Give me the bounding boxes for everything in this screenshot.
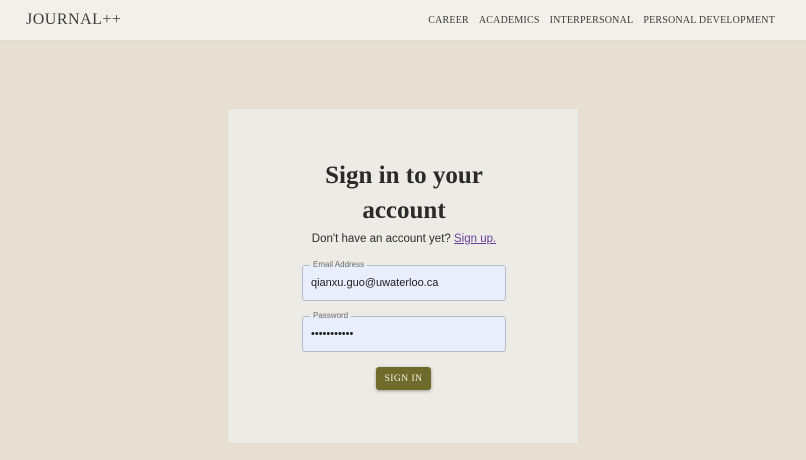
email-label: Email Address: [310, 259, 368, 271]
nav-link-academics[interactable]: ACADEMICS: [479, 15, 540, 26]
signin-title-line1: Sign in to your: [325, 162, 483, 189]
signin-button[interactable]: SIGN IN: [376, 367, 431, 390]
signin-card: Sign in to your account Don't have an ac…: [227, 108, 579, 444]
top-navbar: JOURNAL++ CAREER ACADEMICS INTERPERSONAL…: [0, 0, 806, 41]
email-input[interactable]: [311, 277, 497, 289]
signup-link[interactable]: Sign up.: [454, 233, 496, 245]
password-label: Password: [310, 310, 352, 322]
password-input[interactable]: [311, 328, 497, 340]
nav-link-personal-development[interactable]: PERSONAL DEVELOPMENT: [643, 15, 775, 26]
nav-links: CAREER ACADEMICS INTERPERSONAL PERSONAL …: [428, 15, 775, 26]
brand-logo[interactable]: JOURNAL++: [26, 11, 121, 29]
signin-title-line2: account: [362, 197, 446, 224]
nav-link-interpersonal[interactable]: INTERPERSONAL: [550, 15, 634, 26]
password-field[interactable]: Password: [302, 310, 506, 352]
signup-prompt: Don't have an account yet? Sign up.: [228, 233, 580, 245]
signup-prompt-text: Don't have an account yet?: [311, 233, 451, 245]
signin-title: Sign in to your account: [228, 158, 580, 228]
email-field[interactable]: Email Address: [302, 259, 506, 301]
nav-link-career[interactable]: CAREER: [428, 15, 469, 26]
